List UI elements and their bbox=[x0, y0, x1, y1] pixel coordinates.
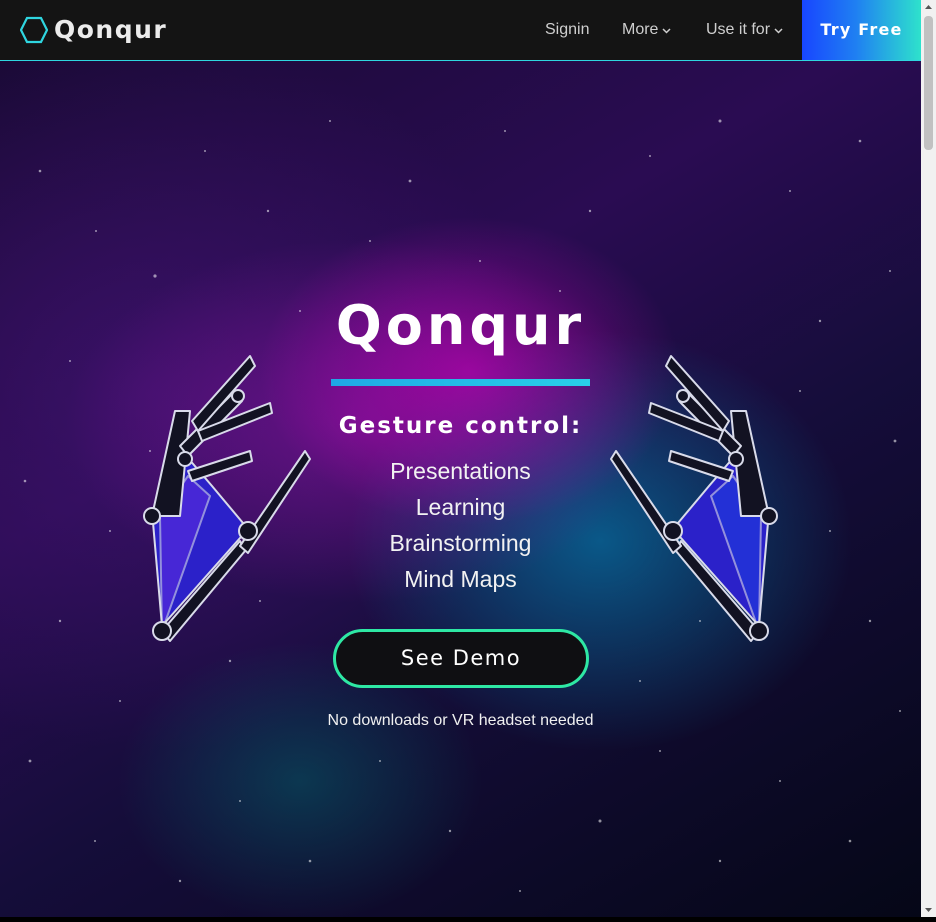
hero-note: No downloads or VR headset needed bbox=[327, 712, 594, 729]
brand-name: Qonqur bbox=[54, 15, 168, 44]
chevron-down-icon bbox=[662, 0, 671, 60]
see-demo-label: See Demo bbox=[400, 646, 522, 670]
title-underline bbox=[331, 379, 590, 386]
scroll-up-arrow-icon[interactable] bbox=[921, 0, 936, 15]
use-it-for-label: Use it for bbox=[706, 21, 771, 39]
list-item: Brainstorming bbox=[389, 530, 532, 556]
use-case-list: Presentations Learning Brainstorming Min… bbox=[0, 453, 921, 597]
hero-subtitle: Gesture control: bbox=[338, 413, 583, 439]
scrollbar-thumb[interactable] bbox=[924, 16, 933, 150]
try-free-button[interactable]: Try Free bbox=[802, 0, 921, 60]
hero-title: Qonqur bbox=[335, 294, 586, 357]
top-navigation-bar: Qonqur Signin More Use it for Try Free bbox=[0, 0, 921, 61]
brand-logo-link[interactable]: Qonqur bbox=[20, 14, 167, 46]
try-free-label: Try Free bbox=[820, 20, 903, 39]
hexagon-icon bbox=[20, 16, 48, 44]
signin-label: Signin bbox=[545, 21, 590, 38]
signin-link[interactable]: Signin bbox=[545, 0, 589, 60]
more-menu[interactable]: More bbox=[622, 0, 671, 60]
list-item: Mind Maps bbox=[404, 566, 517, 592]
vertical-scrollbar[interactable] bbox=[921, 0, 936, 917]
list-item: Learning bbox=[415, 494, 506, 520]
see-demo-button[interactable]: See Demo bbox=[333, 629, 589, 688]
scroll-down-arrow-icon[interactable] bbox=[921, 902, 936, 917]
more-label: More bbox=[622, 21, 659, 39]
chevron-down-icon bbox=[774, 0, 783, 60]
list-item: Presentations bbox=[390, 458, 531, 484]
hero-section: Qonqur Gesture control: Presentations Le… bbox=[0, 61, 921, 917]
use-it-for-menu[interactable]: Use it for bbox=[706, 0, 783, 60]
